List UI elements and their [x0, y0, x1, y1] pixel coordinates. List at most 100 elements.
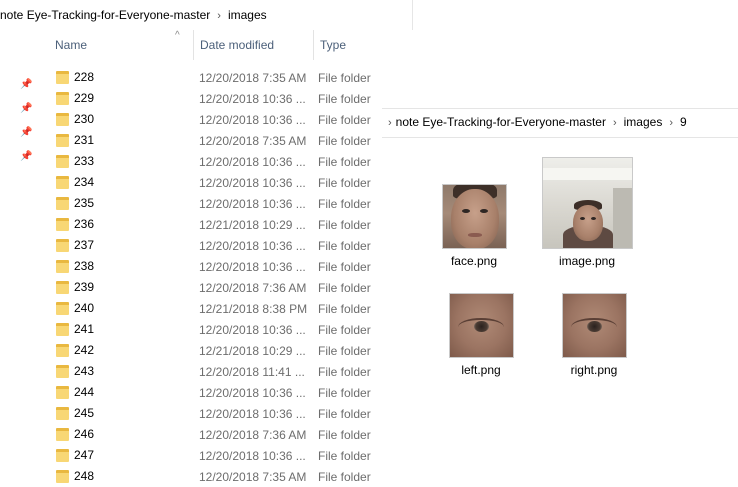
item-name: 233: [74, 154, 95, 168]
item-date-modified: 12/20/2018 10:36 ...: [199, 407, 306, 421]
folder-icon: [56, 197, 69, 210]
list-item[interactable]: 240 12/21/2018 8:38 PM File folder: [0, 298, 413, 319]
folder-icon: [56, 365, 69, 378]
item-date-modified: 12/20/2018 10:36 ...: [199, 197, 306, 211]
chevron-right-icon: ›: [669, 117, 673, 129]
breadcrumb-item[interactable]: note Eye-Tracking-for-Everyone-master: [396, 115, 606, 129]
breadcrumb-item[interactable]: images: [228, 8, 267, 22]
breadcrumb-item[interactable]: images: [624, 115, 663, 129]
column-header-name[interactable]: Name: [55, 38, 87, 52]
item-date-modified: 12/20/2018 11:41 ...: [199, 365, 305, 379]
item-type: File folder: [318, 344, 371, 358]
folder-icon: [56, 470, 69, 483]
room-face-thumbnail: [542, 157, 633, 249]
item-name: 229: [74, 91, 95, 105]
item-type: File folder: [318, 302, 371, 316]
item-date-modified: 12/20/2018 7:36 AM: [199, 281, 307, 295]
column-divider[interactable]: [193, 30, 194, 60]
item-date-modified: 12/21/2018 10:29 ...: [199, 344, 306, 358]
list-item[interactable]: 231 12/20/2018 7:35 AM File folder: [0, 130, 413, 151]
item-date-modified: 12/20/2018 7:35 AM: [199, 470, 307, 484]
item-type: File folder: [318, 323, 371, 337]
folder-icon: [56, 239, 69, 252]
item-name: 246: [74, 427, 95, 441]
item-type: File folder: [318, 239, 371, 253]
face-thumbnail: [442, 184, 507, 249]
item-type: File folder: [318, 260, 371, 274]
list-item[interactable]: 230 12/20/2018 10:36 ... File folder: [0, 109, 413, 130]
list-item[interactable]: 241 12/20/2018 10:36 ... File folder: [0, 319, 413, 340]
list-item[interactable]: 245 12/20/2018 10:36 ... File folder: [0, 403, 413, 424]
list-item[interactable]: 234 12/20/2018 10:36 ... File folder: [0, 172, 413, 193]
item-name: 243: [74, 364, 95, 378]
list-item[interactable]: 229 12/20/2018 10:36 ... File folder: [0, 88, 413, 109]
folder-icon: [56, 407, 69, 420]
item-name: 231: [74, 133, 95, 147]
list-item[interactable]: 248 12/20/2018 7:35 AM File folder: [0, 466, 413, 487]
list-item[interactable]: 246 12/20/2018 7:36 AM File folder: [0, 424, 413, 445]
item-date-modified: 12/20/2018 10:36 ...: [199, 155, 306, 169]
explorer-window-images: note Eye-Tracking-for-Everyone-master › im…: [0, 0, 413, 487]
item-type: File folder: [318, 176, 371, 190]
list-item[interactable]: 238 12/20/2018 10:36 ... File folder: [0, 256, 413, 277]
item-type: File folder: [318, 197, 371, 211]
column-header-date[interactable]: Date modified: [200, 38, 274, 52]
sort-ascending-icon: ^: [175, 30, 180, 41]
folder-icon: [56, 176, 69, 189]
folder-icon: [56, 92, 69, 105]
item-name: 235: [74, 196, 95, 210]
folder-icon: [56, 260, 69, 273]
list-item[interactable]: 235 12/20/2018 10:36 ... File folder: [0, 193, 413, 214]
folder-icon: [56, 428, 69, 441]
list-item[interactable]: 236 12/21/2018 10:29 ... File folder: [0, 214, 413, 235]
list-item[interactable]: 247 12/20/2018 10:36 ... File folder: [0, 445, 413, 466]
folder-icon: [56, 323, 69, 336]
address-bar[interactable]: note Eye-Tracking-for-Everyone-master › im…: [0, 5, 413, 26]
list-item[interactable]: 233 12/20/2018 10:36 ... File folder: [0, 151, 413, 172]
folder-icon: [56, 113, 69, 126]
folder-icon: [56, 302, 69, 315]
folder-icon: [56, 449, 69, 462]
list-item[interactable]: 243 12/20/2018 11:41 ... File folder: [0, 361, 413, 382]
chevron-right-icon: ›: [612, 117, 617, 129]
list-item[interactable]: 228 12/20/2018 7:35 AM File folder: [0, 67, 413, 88]
item-date-modified: 12/21/2018 10:29 ...: [199, 218, 306, 232]
file-name: right.png: [570, 363, 618, 377]
item-type: File folder: [318, 155, 371, 169]
item-date-modified: 12/20/2018 10:36 ...: [199, 92, 306, 106]
column-header-type[interactable]: Type: [320, 38, 346, 52]
folder-icon: [56, 386, 69, 399]
folder-icon: [56, 281, 69, 294]
item-name: 236: [74, 217, 95, 231]
item-date-modified: 12/20/2018 7:35 AM: [199, 71, 307, 85]
item-date-modified: 12/20/2018 10:36 ...: [199, 239, 306, 253]
item-type: File folder: [318, 365, 371, 379]
breadcrumb-item[interactable]: note Eye-Tracking-for-Everyone-master: [0, 8, 210, 22]
item-type: File folder: [318, 407, 371, 421]
folder-icon: [56, 155, 69, 168]
list-item[interactable]: 237 12/20/2018 10:36 ... File folder: [0, 235, 413, 256]
item-date-modified: 12/20/2018 10:36 ...: [199, 260, 306, 274]
item-date-modified: 12/20/2018 7:35 AM: [199, 134, 307, 148]
list-item[interactable]: 242 12/21/2018 10:29 ... File folder: [0, 340, 413, 361]
item-type: File folder: [318, 386, 371, 400]
item-name: 239: [74, 280, 95, 294]
item-date-modified: 12/20/2018 10:36 ...: [199, 386, 306, 400]
breadcrumb-item[interactable]: 9: [680, 115, 687, 129]
item-type: File folder: [318, 92, 371, 106]
right-eye-thumbnail: [562, 293, 627, 358]
folder-icon: [56, 134, 69, 147]
folder-icon: [56, 218, 69, 231]
item-type: File folder: [318, 134, 371, 148]
column-header-row: Name ^ Date modified Type: [0, 30, 413, 60]
column-divider[interactable]: [313, 30, 314, 60]
item-type: File folder: [318, 428, 371, 442]
list-item[interactable]: 244 12/20/2018 10:36 ... File folder: [0, 382, 413, 403]
item-name: 234: [74, 175, 95, 189]
file-name: left.png: [461, 363, 501, 377]
address-bar[interactable]: › note Eye-Tracking-for-Everyone-master › i…: [382, 108, 738, 138]
item-date-modified: 12/20/2018 10:36 ...: [199, 113, 306, 127]
item-date-modified: 12/20/2018 10:36 ...: [199, 323, 306, 337]
item-type: File folder: [318, 113, 371, 127]
list-item[interactable]: 239 12/20/2018 7:36 AM File folder: [0, 277, 413, 298]
